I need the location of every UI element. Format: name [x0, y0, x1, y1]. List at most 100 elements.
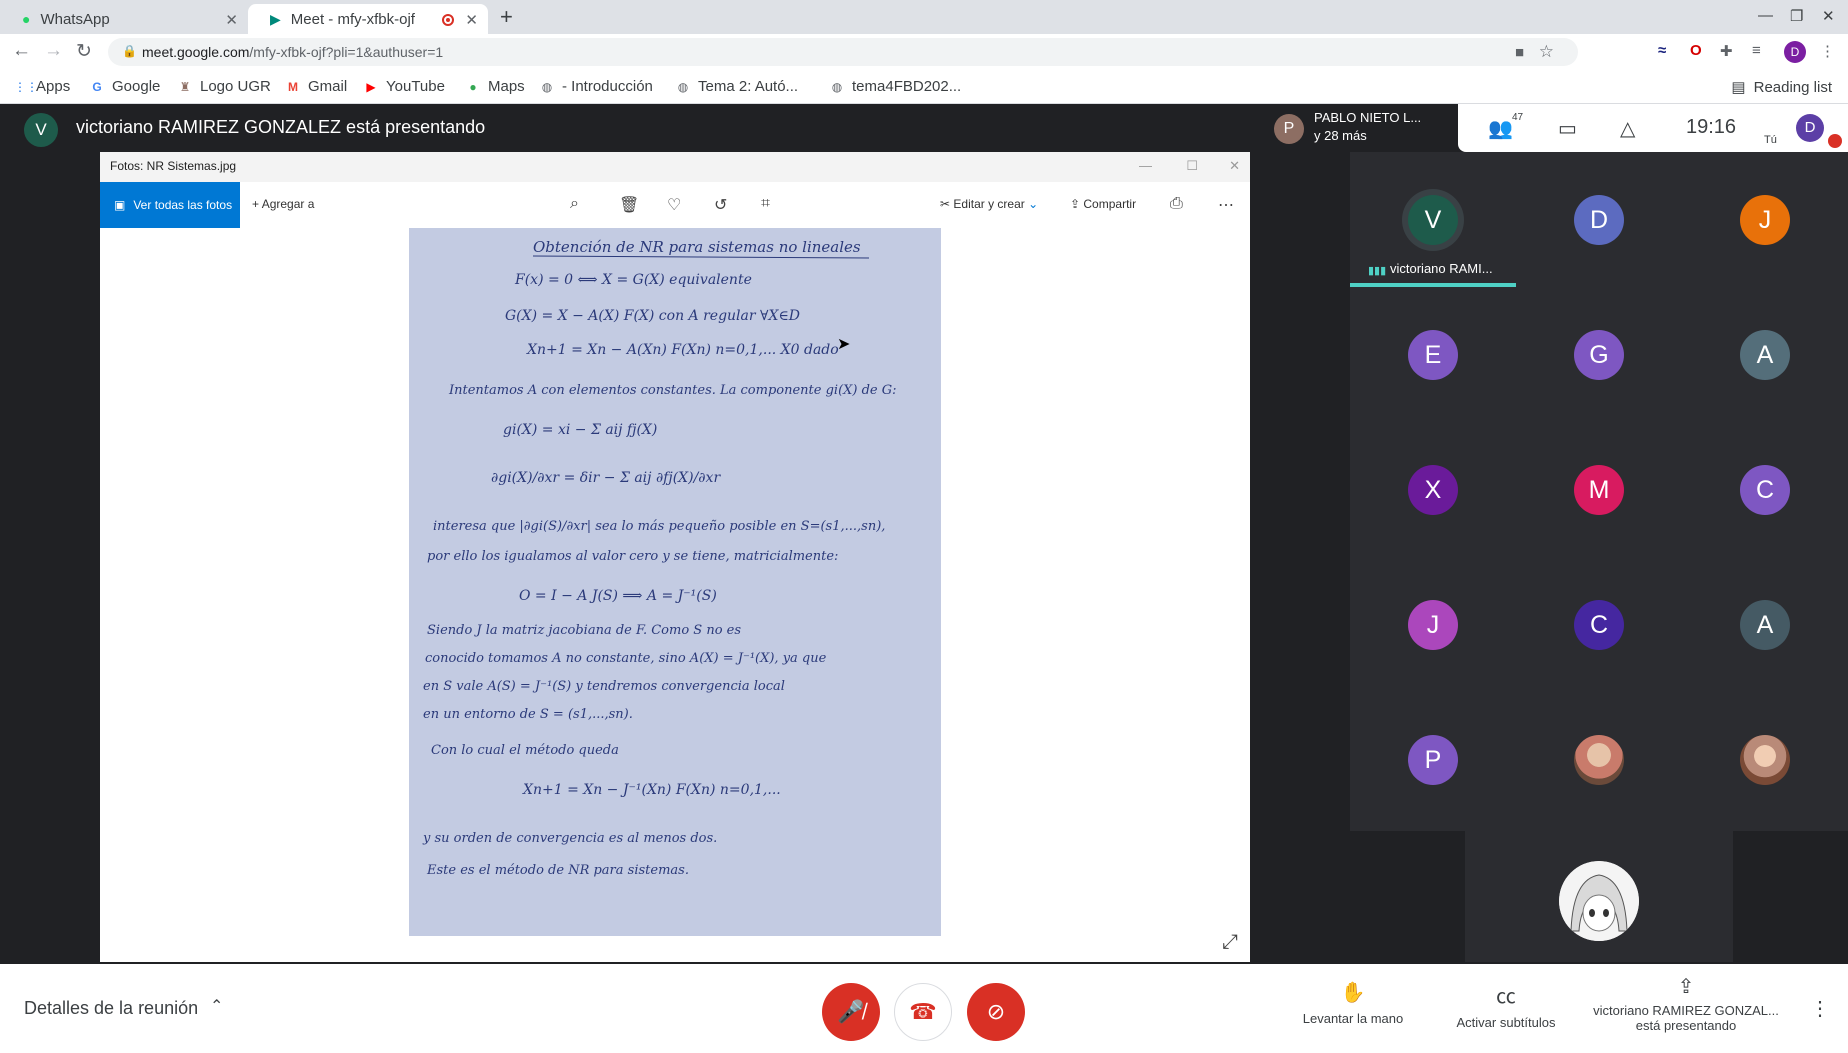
participant-tile[interactable]: J [1350, 557, 1516, 692]
captions-button[interactable]: ㏄ Activar subtítulos [1446, 980, 1566, 1030]
participant-tile[interactable]: E [1350, 287, 1516, 422]
participant-tile[interactable]: G [1516, 287, 1682, 422]
photos-window-title: Fotos: NR Sistemas.jpg [110, 159, 237, 173]
tab-meet[interactable]: ▶ Meet - mfy-xfbk-ojf ✕ [248, 4, 488, 34]
meet-icon: ▶ [270, 10, 281, 27]
notes-line: Xn+1 = Xn − A(Xn) F(Xn) n=0,1,... X0 dad… [526, 342, 839, 358]
close-window-icon[interactable]: ✕ [1822, 7, 1835, 25]
menu-kebab-icon[interactable]: ⋮ [1820, 42, 1835, 60]
meeting-details-button[interactable]: Detalles de la reunión [24, 998, 198, 1019]
forward-icon[interactable]: → [44, 40, 63, 62]
close-icon: ✕ [1229, 158, 1240, 173]
puzzle-icon[interactable]: ✚ [1720, 42, 1733, 60]
url-text[interactable]: meet.google.com/mfy-xfbk-ojf?pli=1&authu… [142, 44, 443, 60]
handwritten-notes-photo: Obtención de NR para sistemas no lineale… [409, 228, 941, 936]
other-participants-chip[interactable]: P PABLO NIETO L... y 28 más [1266, 104, 1456, 152]
participant-tile[interactable]: A [1682, 287, 1848, 422]
chat-icon[interactable]: ▭ [1558, 116, 1577, 141]
clock: 19:16 [1686, 116, 1737, 138]
reload-icon[interactable]: ↻ [76, 40, 92, 63]
participant-tile-speaker[interactable]: V ▮▮▮ victoriano RAMI... [1350, 152, 1516, 287]
notes-line: Intentamos A con elementos constantes. L… [448, 383, 897, 398]
participant-tile[interactable]: C [1516, 557, 1682, 692]
notes-line: Este es el método de NR para sistemas. [426, 863, 689, 878]
activities-icon[interactable]: △ [1620, 116, 1635, 141]
opera-extension-icon[interactable]: O [1690, 42, 1702, 59]
participant-tile[interactable]: J [1682, 152, 1848, 287]
presenter-avatar: V [24, 113, 58, 147]
camera-blocked-icon[interactable]: ■ [1515, 44, 1524, 61]
extension-icon[interactable]: ≈ [1658, 42, 1666, 59]
reading-list-icon: ▤ [1731, 79, 1746, 96]
participant-tile[interactable]: A [1682, 557, 1848, 692]
ugr-icon: ♜ [179, 79, 191, 94]
mic-off-icon [1828, 134, 1842, 148]
notes-line: conocido tomamos A no constante, sino A(… [425, 651, 827, 666]
delete-icon: 🗑 [619, 197, 640, 214]
participant-grid: V ▮▮▮ victoriano RAMI... D J E G A X M C… [1350, 152, 1848, 831]
mic-toggle-button[interactable]: 🎤̸ [822, 983, 880, 1041]
bookmark-logo-ugr[interactable]: ♜ Logo UGR [178, 78, 271, 95]
camera-toggle-button[interactable]: ⊘ [967, 983, 1025, 1041]
notes-svg: Obtención de NR para sistemas no lineale… [422, 238, 897, 878]
bookmark-maps[interactable]: ● Maps [466, 78, 524, 95]
participant-tile[interactable]: M [1516, 422, 1682, 557]
notes-line: Xn+1 = Xn − J⁻¹(Xn) F(Xn) n=0,1,... [522, 782, 781, 798]
avatar: A [1740, 600, 1790, 650]
presenter-bar: V victoriano RAMIREZ GONZALEZ está prese… [0, 104, 1255, 150]
participant-tile[interactable] [1516, 692, 1682, 827]
meeting-controls-top: 👥 47 ▭ △ 19:16 Tú D [1458, 104, 1848, 152]
people-icon[interactable]: 👥 [1488, 116, 1513, 141]
participant-tile[interactable] [1682, 692, 1848, 827]
close-tab-icon[interactable]: ✕ [465, 11, 478, 29]
participant-tile[interactable]: D [1516, 152, 1682, 287]
leave-call-button[interactable]: ☎ [894, 983, 952, 1041]
raise-hand-button[interactable]: ✋ Levantar la mano [1298, 980, 1408, 1026]
bookmark-introduccion[interactable]: ◍ - Introducción [540, 78, 653, 95]
address-bar[interactable]: 🔒 meet.google.com/mfy-xfbk-ojf?pli=1&aut… [108, 38, 1578, 66]
mic-off-icon: 🎤̸ [837, 999, 865, 1024]
phone-hangup-icon: ☎ [909, 999, 937, 1024]
close-tab-icon[interactable]: ✕ [225, 11, 238, 29]
bookmark-tema2[interactable]: ◍ Tema 2: Autó... [676, 78, 798, 95]
avatar: E [1408, 330, 1458, 380]
restore-icon[interactable]: ❐ [1790, 7, 1803, 25]
minimize-icon[interactable]: — [1758, 7, 1773, 24]
title-underline [532, 255, 870, 259]
participant-tile[interactable]: X [1350, 422, 1516, 557]
notes-line: interesa que |∂gi(S)/∂xr| sea lo más peq… [433, 519, 885, 534]
avatar-photo [1740, 735, 1790, 785]
self-view-tile[interactable] [1465, 831, 1733, 962]
more-options-icon[interactable]: ⋮ [1810, 996, 1830, 1021]
media-control-icon[interactable]: ≡ [1752, 42, 1761, 59]
new-tab-button[interactable]: + [500, 4, 513, 30]
tab-whatsapp[interactable]: ● WhatsApp ✕ [0, 4, 248, 34]
photos-icon: ▣ [114, 198, 126, 212]
share-button: ⇪ Compartir [1070, 197, 1137, 211]
share-icon: ⇪ [1070, 197, 1084, 211]
notes-line: por ello los igualamos al valor cero y s… [427, 549, 838, 564]
chevron-up-icon[interactable]: ⌃ [210, 996, 223, 1016]
notes-line: O = I − A J(S) ⟹ A = J⁻¹(S) [519, 588, 717, 604]
participant-tile[interactable]: C [1682, 422, 1848, 557]
mouse-cursor-icon: ➤ [837, 336, 851, 353]
tab-title: Meet - mfy-xfbk-ojf [290, 10, 415, 28]
whatsapp-icon: ● [22, 11, 31, 27]
profile-avatar[interactable]: D [1784, 41, 1806, 63]
notes-line: Obtención de NR para sistemas no lineale… [533, 238, 861, 256]
bookmark-youtube[interactable]: ▶ YouTube [364, 78, 445, 95]
bookmark-tema4[interactable]: ◍ tema4FBD202... [830, 78, 961, 95]
notes-line: y su orden de convergencia es al menos d… [422, 831, 717, 846]
back-icon[interactable]: ← [12, 40, 31, 62]
notes-line: G(X) = X − A(X) F(X) con A regular ∀X∈D [505, 308, 800, 324]
participant-count: 47 [1512, 112, 1524, 123]
self-avatar-photo [1559, 861, 1639, 941]
reading-list-button[interactable]: ▤ Reading list [1731, 78, 1832, 96]
bookmark-google[interactable]: G Google [90, 78, 160, 95]
presenting-button[interactable]: ⇪ victoriano RAMIREZ GONZAL... está pres… [1586, 974, 1786, 1033]
star-icon[interactable]: ☆ [1539, 42, 1554, 62]
participant-tile[interactable]: P [1350, 692, 1516, 827]
bookmark-gmail[interactable]: M Gmail [286, 78, 347, 95]
bookmark-apps[interactable]: ⋮⋮ Apps [14, 78, 70, 95]
crop-icon: ⌗ [761, 195, 771, 212]
